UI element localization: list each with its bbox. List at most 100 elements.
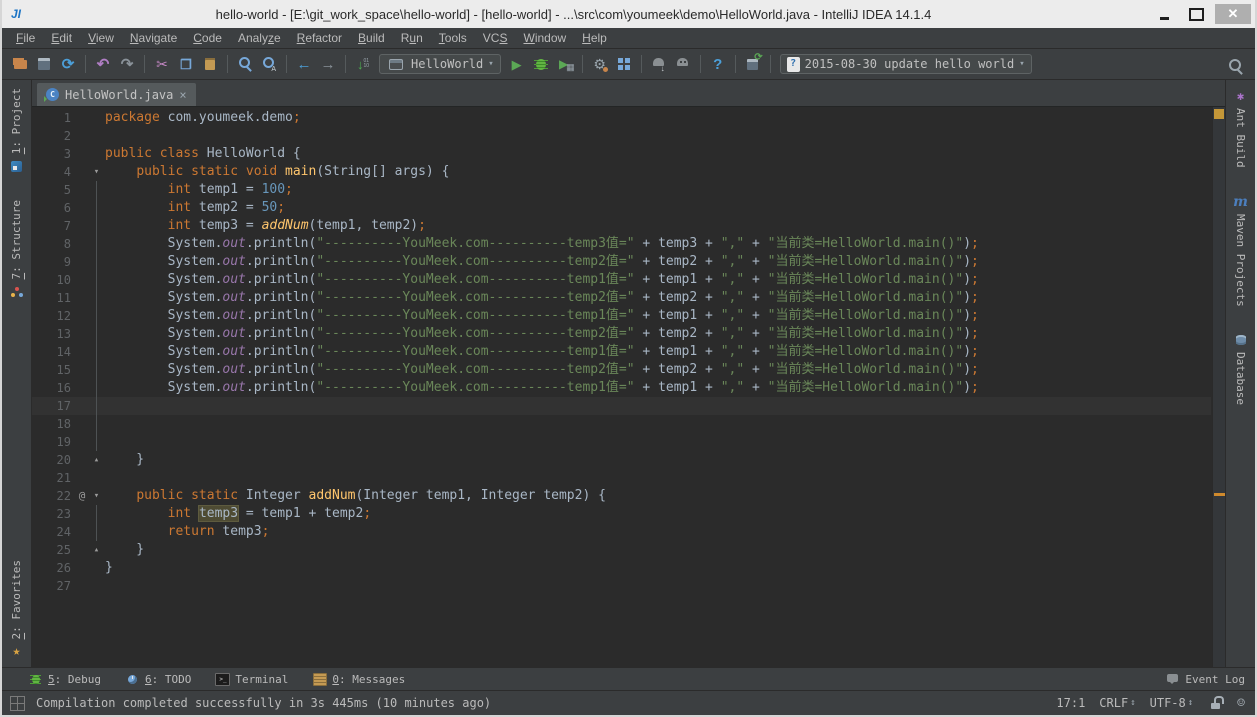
menu-item-file[interactable]: File — [8, 28, 43, 49]
toolwindow-switcher-icon[interactable] — [8, 694, 26, 712]
menu-item-vcs[interactable]: VCS — [475, 28, 516, 49]
line-number[interactable]: 15 — [32, 361, 76, 379]
line-number[interactable]: 17 — [32, 397, 76, 415]
minimize-button[interactable] — [1151, 4, 1177, 24]
line-number[interactable]: 10 — [32, 271, 76, 289]
tab-helloworld-java[interactable]: HelloWorld.java × — [37, 83, 196, 106]
line-number[interactable]: 1 — [32, 109, 76, 127]
cut-button[interactable] — [150, 52, 174, 76]
menu-item-edit[interactable]: Edit — [43, 28, 80, 49]
line-number[interactable]: 9 — [32, 253, 76, 271]
fold-up-icon[interactable]: ▴ — [94, 451, 99, 469]
toolbar-separator — [286, 55, 287, 73]
fold-up-icon[interactable]: ▴ — [94, 541, 99, 559]
menu-item-analyze[interactable]: Analyze — [230, 28, 289, 49]
run-config-combo[interactable]: HelloWorld▾ — [379, 54, 501, 74]
gutter-spacer — [76, 253, 88, 271]
line-number[interactable]: 20 — [32, 451, 76, 469]
toolwindow-button-0-messages[interactable]: 0: Messages — [312, 672, 405, 687]
menu-item-view[interactable]: View — [80, 28, 122, 49]
menu-item-refactor[interactable]: Refactor — [289, 28, 350, 49]
menu-item-build[interactable]: Build — [350, 28, 393, 49]
stripe-item-database[interactable]: Database — [1233, 332, 1249, 405]
line-number[interactable]: 23 — [32, 505, 76, 523]
paste-button[interactable] — [198, 52, 222, 76]
line-number[interactable]: 4 — [32, 163, 76, 181]
coverage-button[interactable] — [553, 52, 577, 76]
toolwindow-button-terminal[interactable]: Terminal — [215, 672, 288, 687]
line-number[interactable]: 21 — [32, 469, 76, 487]
stripe-item-maven-projects[interactable]: Maven Projects — [1233, 194, 1249, 307]
line-number[interactable]: 12 — [32, 307, 76, 325]
menu-item-navigate[interactable]: Navigate — [122, 28, 185, 49]
menu-item-code[interactable]: Code — [185, 28, 230, 49]
toolbar-separator — [735, 55, 736, 73]
fold-down-icon[interactable]: ▾ — [94, 163, 99, 181]
stripe-label: Database — [1234, 352, 1247, 405]
run-button[interactable] — [505, 52, 529, 76]
line-number[interactable]: 26 — [32, 559, 76, 577]
line-number[interactable]: 13 — [32, 325, 76, 343]
search-everywhere-button[interactable] — [1223, 54, 1247, 78]
stripe-item-ant-build[interactable]: Ant Build — [1233, 88, 1249, 168]
toolwindow-button-event-log[interactable]: Event Log — [1165, 672, 1245, 687]
menu-item-help[interactable]: Help — [574, 28, 615, 49]
help-button[interactable] — [706, 52, 730, 76]
encoding-selector[interactable]: UTF-8↕ — [1150, 696, 1194, 710]
toolwindow-button-6-todo[interactable]: 6: TODO — [125, 672, 191, 687]
stripe-item-2-favorites[interactable]: 2: Favorites — [9, 560, 25, 659]
line-number[interactable]: 5 — [32, 181, 76, 199]
line-number[interactable]: 3 — [32, 145, 76, 163]
debug-button[interactable] — [529, 52, 553, 76]
replace-button[interactable] — [257, 52, 281, 76]
readonly-lock-icon[interactable] — [1207, 695, 1223, 711]
find-button[interactable] — [233, 52, 257, 76]
line-number[interactable]: 16 — [32, 379, 76, 397]
code-text: } — [105, 541, 1211, 559]
redo-button[interactable] — [115, 52, 139, 76]
run-config-combo-label: HelloWorld — [411, 57, 483, 71]
menu-item-tools[interactable]: Tools — [431, 28, 475, 49]
save-and-sync-button[interactable] — [741, 52, 765, 76]
synchronize-button[interactable] — [56, 52, 80, 76]
line-number[interactable]: 11 — [32, 289, 76, 307]
vcs-message-combo[interactable]: 2015-08-30 update hello world▾ — [780, 54, 1032, 74]
fold-down-icon[interactable]: ▾ — [94, 487, 99, 505]
line-separator-selector[interactable]: CRLF↕ — [1099, 696, 1135, 710]
line-number[interactable]: 8 — [32, 235, 76, 253]
line-number[interactable]: 7 — [32, 217, 76, 235]
inspection-profile-icon[interactable] — [1237, 696, 1245, 711]
maximize-button[interactable] — [1183, 4, 1209, 24]
line-number[interactable]: 24 — [32, 523, 76, 541]
open-file-button[interactable] — [8, 52, 32, 76]
android-avd-manager-button[interactable] — [671, 52, 695, 76]
caret-position[interactable]: 17:1 — [1056, 696, 1085, 710]
line-number[interactable]: 6 — [32, 199, 76, 217]
toolwindow-button-5-debug[interactable]: 5: Debug — [28, 672, 101, 687]
close-tab-icon[interactable]: × — [179, 89, 186, 101]
stripe-item-1-project[interactable]: 1: Project — [9, 88, 25, 174]
line-number[interactable]: 27 — [32, 577, 76, 595]
line-number[interactable]: 22 — [32, 487, 76, 505]
project-structure-button[interactable] — [612, 52, 636, 76]
line-number[interactable]: 2 — [32, 127, 76, 145]
stripe-item-7-structure[interactable]: 7: Structure — [9, 200, 25, 299]
editor[interactable]: 1package com.youmeek.demo;23public class… — [32, 107, 1225, 667]
code-line: 20▴ } — [32, 451, 1211, 469]
line-number[interactable]: 18 — [32, 415, 76, 433]
settings-button[interactable] — [588, 52, 612, 76]
compile-button[interactable] — [351, 52, 375, 76]
line-number[interactable]: 14 — [32, 343, 76, 361]
forward-button[interactable] — [316, 52, 340, 76]
close-button[interactable]: ✕ — [1215, 4, 1251, 24]
copy-button[interactable] — [174, 52, 198, 76]
line-number[interactable]: 19 — [32, 433, 76, 451]
line-number[interactable]: 25 — [32, 541, 76, 559]
android-sdk-manager-button[interactable] — [647, 52, 671, 76]
back-button[interactable] — [292, 52, 316, 76]
menu-item-window[interactable]: Window — [515, 28, 574, 49]
error-stripe-scrollbar[interactable] — [1212, 107, 1225, 667]
undo-button[interactable] — [91, 52, 115, 76]
save-all-button[interactable] — [32, 52, 56, 76]
menu-item-run[interactable]: Run — [393, 28, 431, 49]
